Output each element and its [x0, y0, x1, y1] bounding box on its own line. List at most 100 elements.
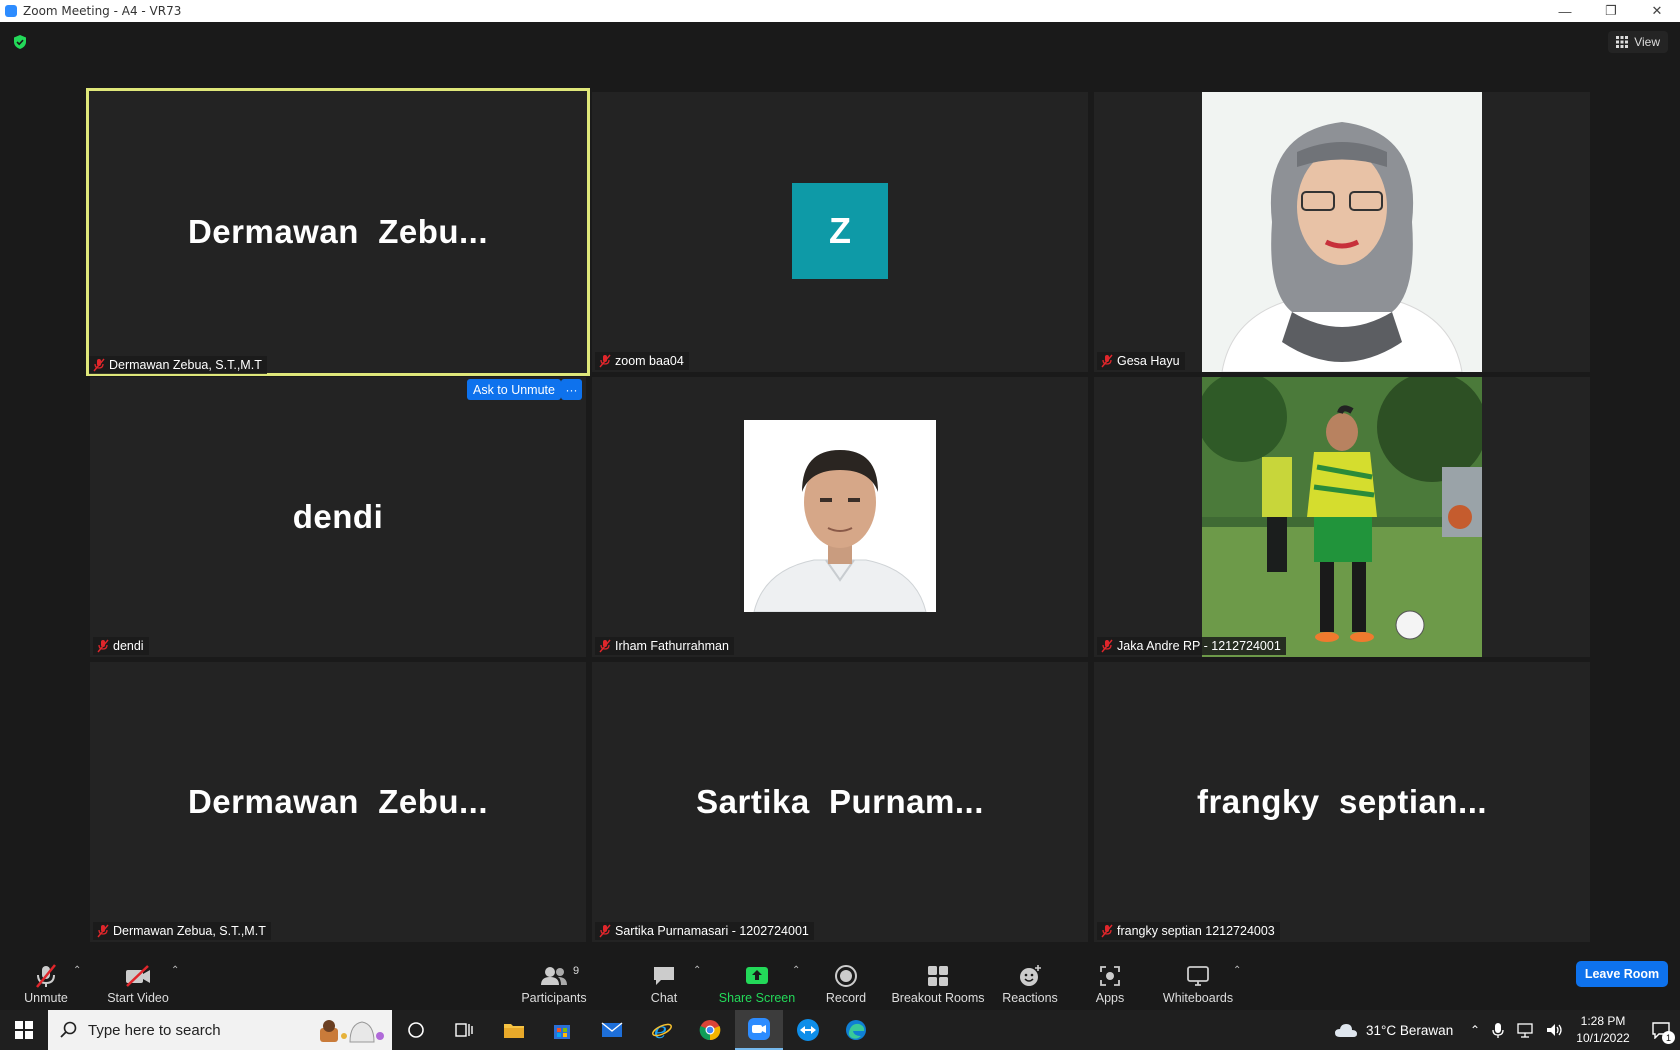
video-off-icon: [126, 965, 150, 987]
show-hidden-icons-chevron-icon[interactable]: ⌃: [1470, 1023, 1480, 1037]
unmute-button[interactable]: Unmute: [16, 945, 76, 1005]
mic-muted-icon: [93, 358, 105, 372]
video-tile-5[interactable]: Irham Fathurrahman: [592, 377, 1088, 657]
reactions-label: Reactions: [1002, 991, 1058, 1005]
teamviewer-icon: [797, 1019, 819, 1041]
participant-name-tag: zoom baa04: [595, 352, 689, 370]
participant-display-name: dendi: [292, 498, 384, 535]
grid-view-icon: [1616, 36, 1629, 48]
action-center-button[interactable]: 1: [1642, 1010, 1680, 1050]
cortana-button[interactable]: [392, 1010, 440, 1050]
whiteboards-label: Whiteboards: [1162, 991, 1234, 1005]
task-view-button[interactable]: [440, 1010, 488, 1050]
participant-display-name: Dermawan Zebu...: [187, 783, 489, 820]
participant-name-tag: Irham Fathurrahman: [595, 637, 734, 655]
weather-widget[interactable]: 31°C Berawan: [1334, 1010, 1453, 1050]
participant-display-name: Dermawan Zebu...: [187, 213, 489, 250]
weather-text: 31°C Berawan: [1366, 1022, 1454, 1038]
participant-name-tag: Jaka Andre RP - 1212724001: [1097, 637, 1286, 655]
participant-name: Irham Fathurrahman: [615, 639, 729, 653]
video-tile-6[interactable]: Jaka Andre RP - 1212724001: [1094, 377, 1590, 657]
volume-icon[interactable]: [1546, 1022, 1564, 1038]
video-tile-9[interactable]: frangky septian... frangky septian 12127…: [1094, 662, 1590, 942]
record-icon: [835, 965, 857, 987]
microsoft-store-taskbar-button[interactable]: [538, 1010, 586, 1050]
participant-avatar: Z: [792, 183, 888, 279]
start-video-button[interactable]: Start Video: [102, 945, 174, 1005]
participants-label: Participants: [521, 991, 587, 1005]
mic-muted-icon: [1101, 924, 1113, 938]
video-tile-8[interactable]: Sartika Purnam... Sartika Purnamasari - …: [592, 662, 1088, 942]
security-shield-icon[interactable]: [12, 34, 28, 50]
mic-muted-icon: [97, 639, 109, 653]
system-clock[interactable]: 1:28 PM 10/1/2022: [1566, 1013, 1640, 1047]
apps-button[interactable]: Apps: [1092, 945, 1128, 1005]
record-button[interactable]: Record: [822, 945, 870, 1005]
search-placeholder: Type here to search: [88, 1021, 221, 1039]
participant-name-tag: Dermawan Zebua, S.T.,M.T: [89, 356, 267, 374]
start-button[interactable]: [0, 1010, 48, 1050]
leave-room-button[interactable]: Leave Room: [1576, 961, 1668, 987]
video-tile-3[interactable]: Gesa Hayu: [1094, 92, 1590, 372]
share-screen-icon: [746, 967, 768, 984]
view-button[interactable]: View: [1608, 31, 1668, 53]
participant-name-tag: Dermawan Zebua, S.T.,M.T: [93, 922, 271, 940]
teamviewer-taskbar-button[interactable]: [784, 1010, 832, 1050]
reactions-button[interactable]: Reactions: [1002, 945, 1058, 1005]
whiteboard-icon: [1187, 966, 1209, 986]
video-tile-1[interactable]: Dermawan Zebu... Dermawan Zebua, S.T.,M.…: [86, 88, 590, 376]
mail-taskbar-button[interactable]: [588, 1010, 636, 1050]
share-screen-button[interactable]: Share Screen: [718, 945, 796, 1005]
participant-name: Dermawan Zebua, S.T.,M.T: [113, 924, 266, 938]
network-icon[interactable]: [1516, 1022, 1534, 1038]
participants-button[interactable]: 9 Participants: [518, 945, 590, 1005]
store-bag-icon: [554, 1025, 570, 1039]
internet-explorer-icon: e: [652, 1019, 672, 1041]
chat-icon: [654, 967, 674, 985]
video-tile-7[interactable]: Dermawan Zebu... Dermawan Zebua, S.T.,M.…: [90, 662, 586, 942]
whiteboards-options-caret-icon[interactable]: ⌃: [1233, 965, 1241, 976]
breakout-rooms-label: Breakout Rooms: [891, 991, 985, 1005]
whiteboards-button[interactable]: Whiteboards: [1162, 945, 1234, 1005]
folder-icon: [504, 1024, 524, 1038]
video-options-caret-icon[interactable]: ⌃: [171, 965, 179, 976]
tile-more-options-button[interactable]: ···: [561, 379, 582, 400]
breakout-rooms-icon: [928, 966, 948, 986]
notification-count-badge: 1: [1662, 1031, 1675, 1044]
audio-options-caret-icon[interactable]: ⌃: [73, 965, 81, 976]
chrome-icon: [699, 1020, 721, 1041]
zoom-taskbar-button[interactable]: [735, 1010, 783, 1050]
participant-profile-photo: [1202, 92, 1482, 372]
participant-display-name: frangky septian...: [1196, 783, 1488, 820]
window-titlebar: Zoom Meeting - A4 - VR73 — ❐ ✕: [0, 0, 1680, 22]
microphone-in-use-icon[interactable]: [1492, 1022, 1504, 1038]
start-video-label: Start Video: [107, 991, 169, 1005]
share-options-caret-icon[interactable]: ⌃: [792, 965, 800, 976]
mic-muted-icon: [97, 924, 109, 938]
restore-button[interactable]: ❐: [1588, 0, 1634, 22]
participant-display-name: Sartika Purnam...: [696, 783, 984, 820]
clock-date: 10/1/2022: [1576, 1031, 1630, 1045]
chat-options-caret-icon[interactable]: ⌃: [693, 965, 701, 976]
ask-to-unmute-button[interactable]: Ask to Unmute: [467, 379, 561, 400]
close-button[interactable]: ✕: [1634, 0, 1680, 22]
chrome-taskbar-button[interactable]: [686, 1010, 734, 1050]
taskbar-search-box[interactable]: Type here to search: [48, 1010, 392, 1050]
video-tile-4[interactable]: dendi dendi: [90, 377, 586, 657]
task-view-icon: [455, 1023, 473, 1037]
breakout-rooms-button[interactable]: Breakout Rooms: [891, 945, 985, 1005]
clock-time: 1:28 PM: [1580, 1014, 1626, 1028]
apps-label: Apps: [1095, 991, 1125, 1005]
window-controls: — ❐ ✕: [1542, 0, 1680, 22]
mic-muted-icon: [599, 639, 611, 653]
internet-explorer-taskbar-button[interactable]: e: [638, 1010, 686, 1050]
mic-muted-icon: [36, 964, 56, 988]
zoom-app-icon: [5, 5, 17, 17]
minimize-button[interactable]: —: [1542, 0, 1588, 22]
participant-name-tag: dendi: [93, 637, 149, 655]
mail-envelope-icon: [601, 1022, 623, 1037]
edge-taskbar-button[interactable]: [832, 1010, 880, 1050]
apps-icon: [1100, 966, 1120, 986]
chat-button[interactable]: Chat: [644, 945, 684, 1005]
file-explorer-taskbar-button[interactable]: [490, 1010, 538, 1050]
